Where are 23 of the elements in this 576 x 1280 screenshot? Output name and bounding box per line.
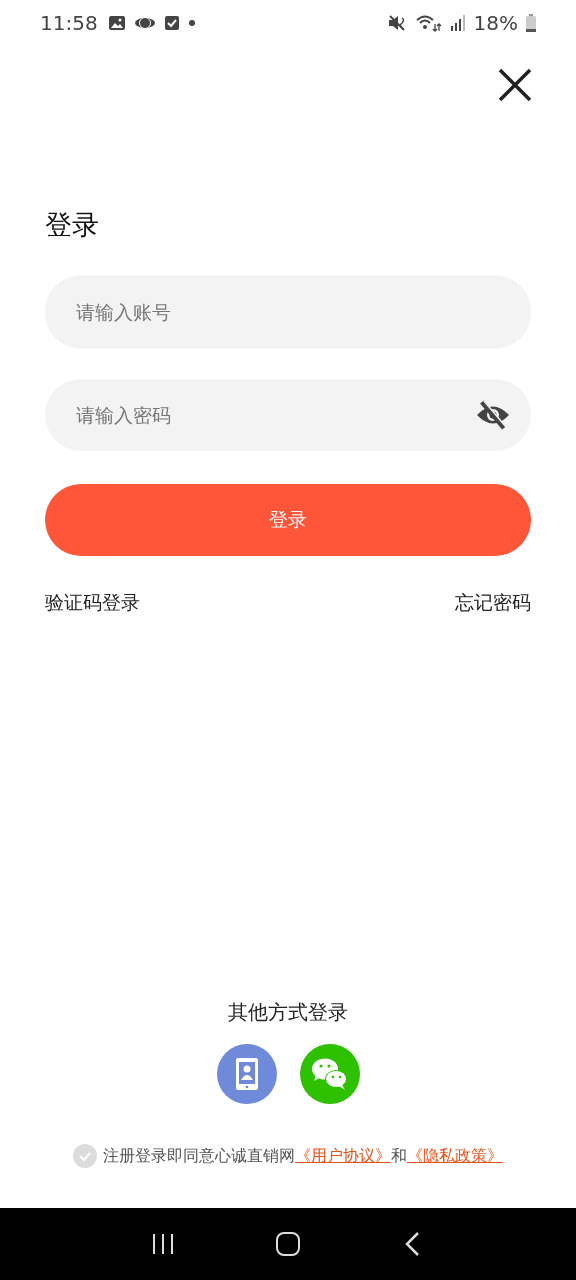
eye-off-icon[interactable] bbox=[475, 400, 511, 430]
page-title: 登录 bbox=[45, 208, 99, 242]
agree-checkbox[interactable] bbox=[73, 1144, 97, 1168]
battery-percent: 18% bbox=[473, 11, 518, 35]
forgot-password-link[interactable]: 忘记密码 bbox=[455, 590, 531, 616]
login-button[interactable]: 登录 bbox=[45, 484, 531, 556]
battery-icon bbox=[526, 14, 536, 32]
phone-contact-icon[interactable] bbox=[216, 1044, 277, 1104]
sms-login-link[interactable]: 验证码登录 bbox=[45, 590, 140, 616]
status-time: 11:58 bbox=[40, 11, 98, 35]
conjunction-text: 和 bbox=[391, 1145, 407, 1167]
close-icon[interactable] bbox=[498, 68, 532, 102]
other-login-heading: 其他方式登录 bbox=[228, 999, 348, 1026]
dot-icon bbox=[187, 19, 196, 27]
account-field[interactable]: 请输入账号 bbox=[45, 275, 531, 349]
agreement-text: 注册登录即同意心诚直销网 bbox=[103, 1145, 295, 1167]
home-icon[interactable] bbox=[275, 1231, 301, 1257]
password-field[interactable]: 请输入密码 bbox=[45, 379, 531, 451]
signal-icon bbox=[449, 14, 466, 32]
wifi-icon bbox=[415, 14, 442, 32]
image-icon bbox=[107, 15, 126, 31]
user-agreement-link[interactable]: 《用户协议》 bbox=[295, 1145, 391, 1167]
checkbox-icon bbox=[163, 15, 180, 31]
